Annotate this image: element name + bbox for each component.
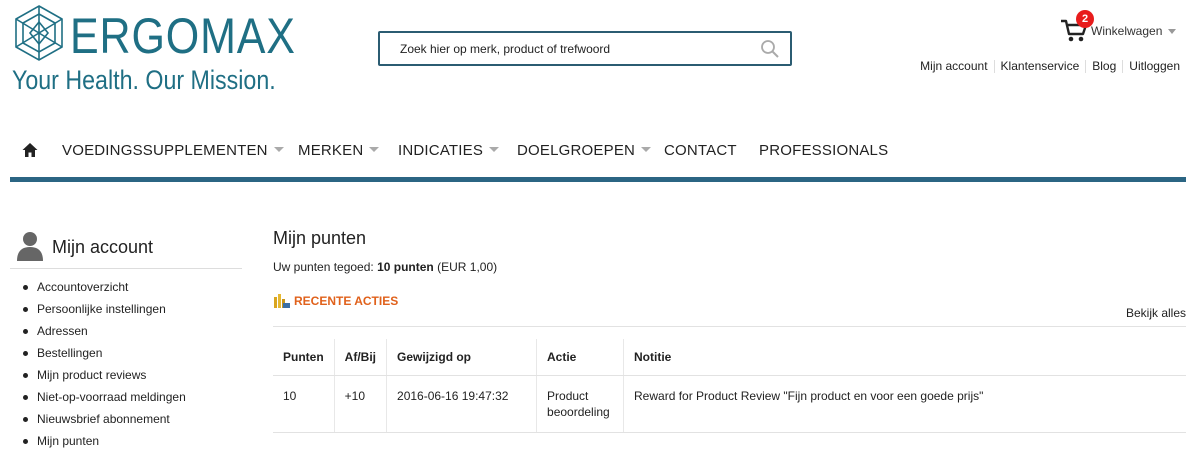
cart-label: Winkelwagen bbox=[1091, 24, 1163, 38]
page-title: Mijn punten bbox=[273, 228, 367, 248]
search-icon[interactable] bbox=[760, 39, 780, 59]
column-header-modified: Gewijzigd op bbox=[386, 339, 537, 376]
sidebar-item-persoonlijke-instellingen[interactable]: Persoonlijke instellingen bbox=[10, 298, 186, 320]
sidebar-menu: Accountoverzicht Persoonlijke instelling… bbox=[10, 276, 186, 452]
logo-wordmark: ERGOMAX bbox=[70, 8, 296, 64]
cart-button[interactable]: 2 Winkelwagen bbox=[1060, 10, 1190, 48]
cell-change: +10 bbox=[333, 375, 387, 433]
balance-money: (EUR 1,00) bbox=[437, 260, 498, 274]
recent-actions-label: RECENTE ACTIES bbox=[294, 294, 399, 309]
nav-item-label: DOELGROEPEN bbox=[517, 142, 636, 159]
search-box bbox=[378, 31, 792, 66]
sidebar-item-accountoverzicht[interactable]: Accountoverzicht bbox=[10, 276, 186, 298]
table-row: 10 +10 2016-06-16 19:47:32 Product beoor… bbox=[273, 375, 1186, 433]
link-blog[interactable]: Blog bbox=[1085, 60, 1122, 73]
nav-divider-bar bbox=[10, 177, 1186, 182]
nav-item-label: VOEDINGSSUPPLEMENTEN bbox=[62, 142, 268, 159]
nav-item-contact[interactable]: CONTACT bbox=[664, 142, 737, 159]
column-header-change: Af/Bij bbox=[333, 339, 387, 376]
sidebar-item-product-reviews[interactable]: Mijn product reviews bbox=[10, 364, 186, 386]
top-links: Mijn account Klantenservice Blog Uitlogg… bbox=[914, 60, 1180, 73]
sidebar-item-bestellingen[interactable]: Bestellingen bbox=[10, 342, 186, 364]
link-my-account[interactable]: Mijn account bbox=[914, 60, 993, 73]
chevron-down-icon bbox=[641, 146, 652, 152]
points-balance: Uw punten tegoed: 10 punten (EUR 1,00) bbox=[273, 260, 497, 274]
balance-label: Uw punten tegoed: bbox=[273, 260, 374, 274]
recent-actions-heading: RECENTE ACTIES bbox=[273, 294, 398, 310]
table-header-row: Punten Af/Bij Gewijzigd op Actie Notitie bbox=[273, 339, 1186, 376]
nav-item-label: PROFESSIONALS bbox=[759, 142, 889, 159]
sidebar-item-adressen[interactable]: Adressen bbox=[10, 320, 186, 342]
link-customer-service[interactable]: Klantenservice bbox=[993, 60, 1086, 73]
cell-modified: 2016-06-16 19:47:32 bbox=[386, 375, 537, 433]
nav-item-label: INDICATIES bbox=[398, 142, 484, 159]
home-icon[interactable] bbox=[22, 142, 38, 158]
cell-note: Reward for Product Review "Fijn product … bbox=[623, 375, 1186, 433]
points-history-table: Punten Af/Bij Gewijzigd op Actie Notitie… bbox=[273, 339, 1186, 433]
nav-item-label: MERKEN bbox=[298, 142, 364, 159]
sidebar-item-newsletter[interactable]: Nieuwsbrief abonnement bbox=[10, 408, 186, 430]
sidebar-title: Mijn account bbox=[52, 237, 154, 257]
cell-action: Product beoordeling bbox=[536, 375, 624, 433]
nav-item-indicaties[interactable]: INDICATIES bbox=[398, 142, 500, 159]
nav-item-label: CONTACT bbox=[664, 142, 737, 159]
view-all-link[interactable]: Bekijk alles bbox=[1126, 306, 1186, 320]
main-nav: VOEDINGSSUPPLEMENTEN MERKEN INDICATIES D… bbox=[10, 128, 1186, 176]
logo-tagline: Your Health. Our Mission. bbox=[12, 65, 276, 95]
nav-item-voedingssupplementen[interactable]: VOEDINGSSUPPLEMENTEN bbox=[62, 142, 284, 159]
chevron-down-icon bbox=[1168, 29, 1176, 34]
chevron-down-icon bbox=[369, 146, 380, 152]
logo-mark-icon bbox=[15, 5, 63, 61]
sidebar-header: Mijn account bbox=[10, 228, 242, 269]
nav-item-doelgroepen[interactable]: DOELGROEPEN bbox=[517, 142, 652, 159]
chevron-down-icon bbox=[489, 146, 500, 152]
link-logout[interactable]: Uitloggen bbox=[1122, 60, 1180, 73]
cell-points: 10 bbox=[273, 375, 335, 433]
site-logo[interactable]: ERGOMAX Your Health. Our Mission. bbox=[10, 4, 295, 96]
chevron-down-icon bbox=[273, 146, 284, 152]
divider bbox=[273, 326, 1186, 327]
search-input[interactable] bbox=[380, 33, 770, 64]
nav-item-professionals[interactable]: PROFESSIONALS bbox=[759, 142, 888, 159]
sidebar-item-stock-alerts[interactable]: Niet-op-voorraad meldingen bbox=[10, 386, 186, 408]
balance-points: 10 punten bbox=[377, 260, 434, 274]
sidebar-item-mijn-punten[interactable]: Mijn punten bbox=[10, 430, 186, 452]
column-header-note: Notitie bbox=[623, 339, 1186, 376]
column-header-action: Actie bbox=[536, 339, 624, 376]
nav-item-merken[interactable]: MERKEN bbox=[298, 142, 380, 159]
coins-icon bbox=[274, 294, 290, 308]
user-icon bbox=[17, 232, 43, 261]
column-header-points: Punten bbox=[273, 339, 335, 376]
account-sidebar: Mijn account Accountoverzicht Persoonlij… bbox=[10, 228, 242, 448]
